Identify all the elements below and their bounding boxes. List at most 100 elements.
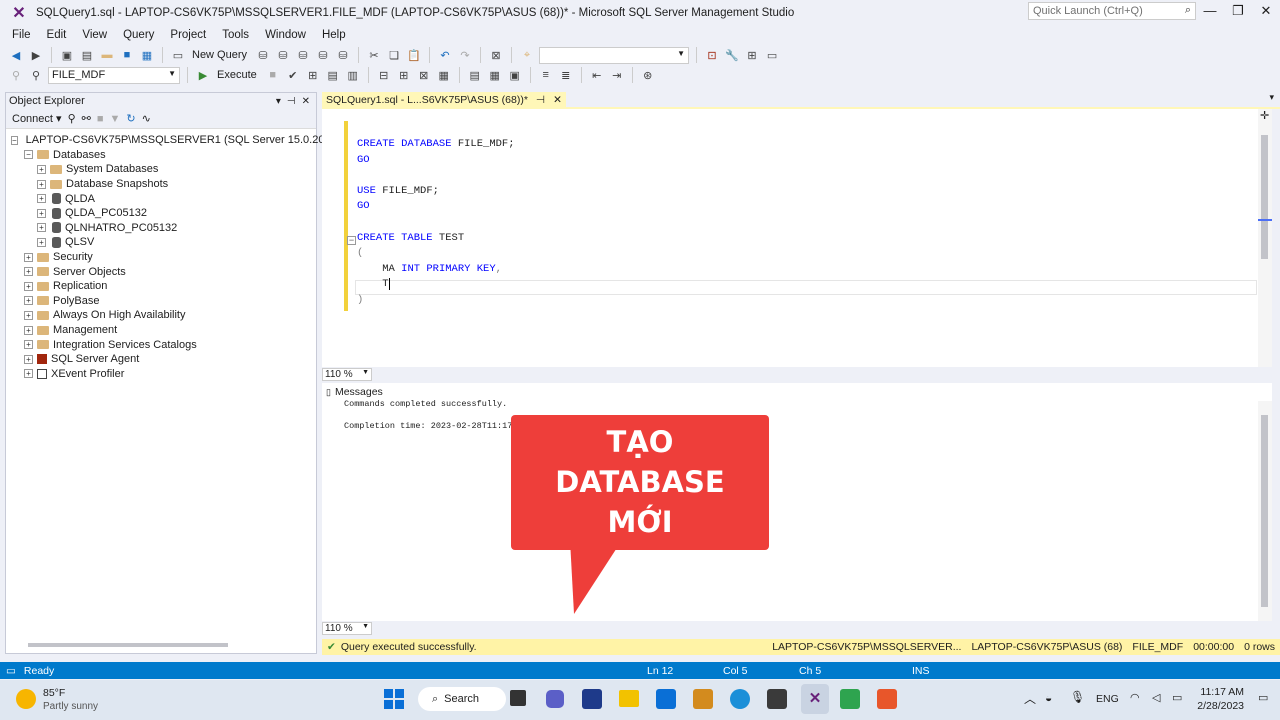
include-plan-icon[interactable]: ⊞ [396, 67, 412, 83]
weather-temp[interactable]: 85°F [43, 687, 65, 699]
menu-help[interactable]: Help [314, 29, 354, 41]
uncomment-icon[interactable]: ≣ [558, 67, 574, 83]
undo-icon[interactable]: ↶ [437, 47, 453, 63]
decrease-indent-icon[interactable]: ⇤ [589, 67, 605, 83]
tree-node[interactable]: + Replication [6, 279, 316, 294]
editor-zoom-combo[interactable]: 110 % ▼ [322, 367, 372, 381]
clock-date[interactable]: 2/28/2023 [1194, 700, 1244, 712]
chat-icon[interactable] [546, 690, 564, 708]
menu-view[interactable]: View [74, 29, 115, 41]
expand-icon[interactable]: + [24, 369, 33, 379]
back-icon[interactable]: ◀ [8, 47, 24, 63]
expand-icon[interactable]: + [37, 237, 46, 247]
display-plan-icon[interactable]: ⊞ [305, 67, 321, 83]
expand-icon[interactable]: + [24, 310, 33, 320]
find-in-files-icon[interactable]: ⌖ [519, 47, 535, 63]
split-icon[interactable]: ✛ [1260, 109, 1269, 122]
copy-icon[interactable]: ❏ [386, 47, 402, 63]
close-panel-icon[interactable]: ✕ [302, 96, 310, 107]
tree-node[interactable]: + QLNHATRO_PC05132 [6, 221, 316, 236]
clock-time[interactable]: 11:17 AM [1196, 686, 1244, 698]
pin-tab-icon[interactable]: ⊣ [536, 94, 545, 106]
task-view-icon[interactable] [510, 690, 526, 706]
tree-node[interactable]: + Security [6, 250, 316, 265]
results-to-grid-icon[interactable]: ▦ [487, 67, 503, 83]
execute-button[interactable]: Execute [217, 69, 257, 81]
expand-icon[interactable]: + [37, 223, 46, 233]
store-icon[interactable] [656, 689, 676, 709]
solution-explorer-icon[interactable]: ⊡ [704, 47, 720, 63]
intellisense-icon[interactable]: ⊟ [376, 67, 392, 83]
quick-launch-input[interactable]: Quick Launch (Ctrl+Q) ⌕ [1028, 2, 1196, 20]
weather-desc[interactable]: Partly sunny [43, 701, 98, 712]
activity-monitor-icon[interactable]: ⊠ [488, 47, 504, 63]
taskbar-search[interactable]: ⌕ Search [418, 687, 506, 711]
specify-values-icon[interactable]: ▥ [345, 67, 361, 83]
live-stats-icon[interactable]: ⊠ [416, 67, 432, 83]
dmx-query-icon[interactable]: ⛁ [295, 47, 311, 63]
find-combo[interactable]: ▼ [539, 46, 690, 64]
camtasia-icon[interactable] [840, 689, 860, 709]
menu-window[interactable]: Window [257, 29, 314, 41]
connect-plug-icon[interactable]: ⚲ [68, 112, 76, 125]
app-icon[interactable] [693, 689, 713, 709]
expand-icon[interactable]: + [37, 164, 46, 174]
expand-icon[interactable]: + [24, 281, 33, 291]
notification-icon[interactable]: ▭ [1258, 691, 1268, 704]
battery-icon[interactable]: ▭ [1172, 691, 1182, 704]
tab-messages[interactable]: ▯ Messages [326, 385, 383, 399]
open-folder-icon[interactable]: ▬ [99, 47, 115, 63]
tab-overflow-icon[interactable]: ▾ [1269, 92, 1274, 103]
tree-node[interactable]: + XEvent Profiler [6, 367, 316, 382]
tree-node[interactable]: + SQL Server Agent [6, 352, 316, 367]
database-combo[interactable]: FILE_MDF ▼ [48, 66, 180, 84]
db-query-icon[interactable]: ⛁ [255, 47, 271, 63]
app-icon[interactable] [767, 689, 787, 709]
scroll-thumb[interactable] [1261, 135, 1268, 259]
toolbox-icon[interactable]: ⊞ [744, 47, 760, 63]
disconnect-icon[interactable]: ⚯ [82, 112, 91, 125]
close-tab-icon[interactable]: ✕ [553, 94, 562, 106]
connect-icon[interactable]: ⚲ [8, 67, 24, 83]
network-status-icon[interactable]: ◒ [1045, 691, 1052, 705]
volume-icon[interactable]: ◁ [1152, 691, 1160, 704]
client-stats-icon[interactable]: ▦ [436, 67, 452, 83]
specify-template-icon[interactable]: ⊛ [640, 67, 656, 83]
results-to-text-icon[interactable]: ▤ [467, 67, 483, 83]
stop-icon[interactable]: ■ [97, 113, 104, 125]
forward-icon[interactable]: ▶ [28, 47, 44, 63]
expand-icon[interactable]: + [37, 179, 46, 189]
editor-vertical-scrollbar[interactable]: ✛ [1258, 109, 1272, 367]
new-query-button[interactable]: New Query [192, 49, 247, 61]
tree-node[interactable]: + Integration Services Catalogs [6, 337, 316, 352]
expand-icon[interactable]: + [24, 354, 33, 364]
minimize-button[interactable]: — [1196, 3, 1224, 21]
microphone-icon[interactable]: 🎙 [1070, 690, 1085, 704]
results-to-file-icon[interactable]: ▣ [507, 67, 523, 83]
pin-icon[interactable]: ⊣ [287, 96, 296, 107]
expand-icon[interactable]: + [24, 267, 33, 277]
expand-icon[interactable]: + [24, 325, 33, 335]
properties-icon[interactable]: 🔧 [724, 47, 740, 63]
window-position-icon[interactable]: ▾ [276, 96, 281, 107]
filter-icon[interactable]: ▼ [110, 113, 121, 125]
new-project-icon[interactable]: ▣ [59, 47, 75, 63]
collapse-icon[interactable]: − [24, 150, 33, 160]
window-layout-icon[interactable]: ▭ [764, 47, 780, 63]
results-vertical-scrollbar[interactable] [1258, 401, 1272, 621]
wifi-icon[interactable]: ◠ [1130, 691, 1140, 704]
tree-node-server[interactable]: − LAPTOP-CS6VK75P\MSSQLSERVER1 (SQL Serv… [6, 133, 369, 148]
menu-query[interactable]: Query [115, 29, 162, 41]
mdx-query-icon[interactable]: ⛁ [275, 47, 291, 63]
close-button[interactable]: ✕ [1252, 3, 1280, 21]
cancel-query-icon[interactable]: ■ [265, 67, 281, 83]
save-icon[interactable]: ■ [119, 47, 135, 63]
tree-node[interactable]: + PolyBase [6, 294, 316, 309]
add-item-icon[interactable]: ▤ [79, 47, 95, 63]
expand-icon[interactable]: + [24, 296, 33, 306]
tree-node[interactable]: + QLDA_PC05132 [6, 206, 316, 221]
maximize-button[interactable]: ❐ [1224, 3, 1252, 21]
increase-indent-icon[interactable]: ⇥ [609, 67, 625, 83]
paste-icon[interactable]: 📋 [406, 47, 422, 63]
menu-tools[interactable]: Tools [214, 29, 257, 41]
